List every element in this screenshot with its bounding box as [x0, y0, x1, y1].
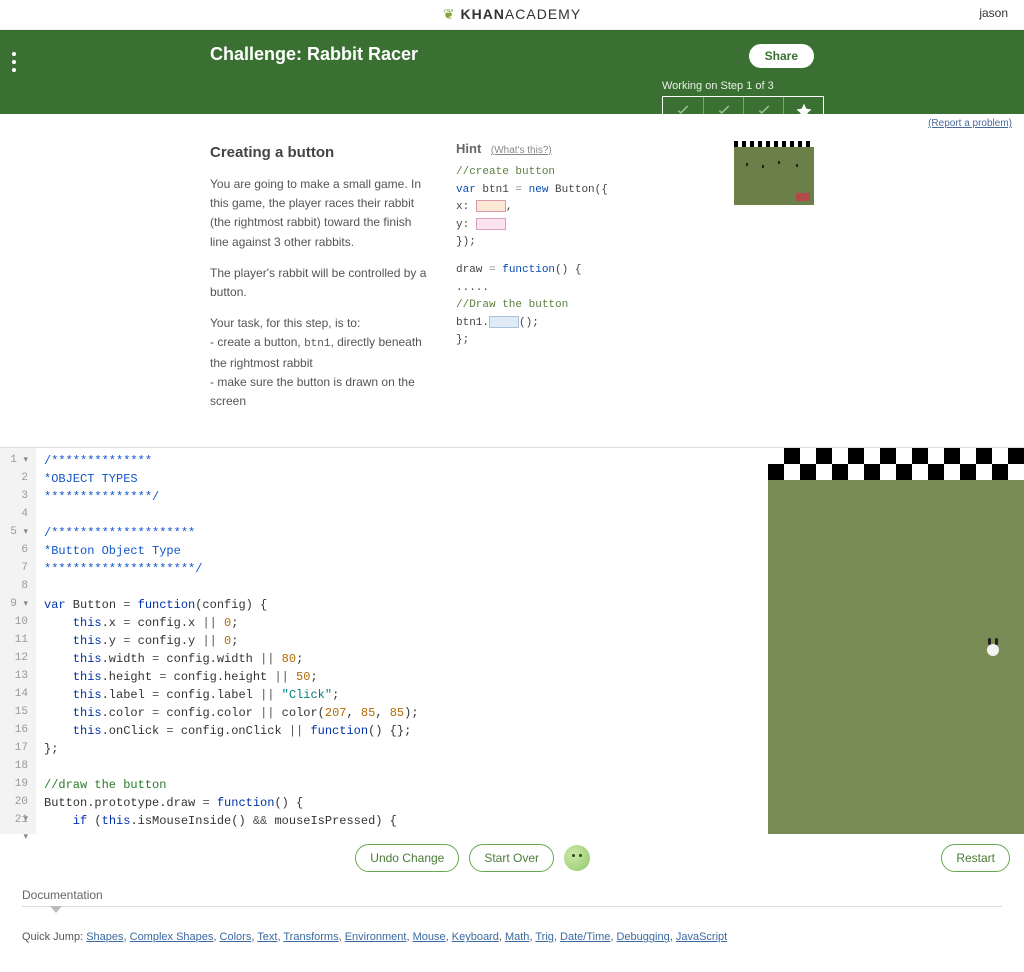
- instructions-task: Your task, for this step, is to: - creat…: [210, 314, 428, 411]
- finish-line-canvas: [768, 448, 1024, 480]
- steps: [662, 96, 824, 126]
- report-link[interactable]: (Report a problem): [928, 118, 1012, 129]
- instructions-panel: Creating a button You are going to make …: [0, 133, 1024, 447]
- buddy-icon[interactable]: [564, 845, 590, 871]
- editor-toolbar: Undo Change Start Over Restart: [0, 834, 1024, 882]
- topbar: ❦ KHANACADEMY jason: [0, 0, 1024, 30]
- hint-whats-link[interactable]: (What's this?): [491, 145, 552, 156]
- step-label: Working on Step 1 of 3: [662, 80, 824, 92]
- step-1[interactable]: [663, 97, 703, 125]
- editor-area: 1 ▾234 5 ▾678 9 ▾10111213141516171819 20…: [0, 447, 1024, 834]
- quick-link-colors[interactable]: Colors: [220, 931, 252, 943]
- preview-column: [734, 141, 814, 423]
- instructions-p2: The player's rabbit will be controlled b…: [210, 264, 428, 302]
- logo[interactable]: ❦ KHANACADEMY: [443, 6, 581, 23]
- step-indicator: Working on Step 1 of 3: [662, 80, 824, 126]
- quick-link-mouse[interactable]: Mouse: [413, 931, 446, 943]
- check-icon: [674, 102, 692, 120]
- quick-link-javascript[interactable]: JavaScript: [676, 931, 727, 943]
- instructions-text: Creating a button You are going to make …: [210, 141, 428, 423]
- hint-column: Hint (What's this?) //create button var …: [456, 141, 706, 423]
- rabbit-icon: [796, 164, 798, 167]
- report-problem: (Report a problem): [0, 114, 1024, 133]
- menu-icon[interactable]: [12, 52, 16, 72]
- quick-link-complex-shapes[interactable]: Complex Shapes: [130, 931, 214, 943]
- hint-blank-draw[interactable]: [489, 316, 519, 328]
- quick-link-transforms[interactable]: Transforms: [283, 931, 338, 943]
- instructions-p1: You are going to make a small game. In t…: [210, 175, 428, 252]
- quick-link-shapes[interactable]: Shapes: [86, 931, 123, 943]
- instructions-heading: Creating a button: [210, 141, 428, 165]
- hint-title: Hint: [456, 141, 481, 156]
- quick-link-debugging[interactable]: Debugging: [616, 931, 669, 943]
- output-canvas[interactable]: [768, 448, 1024, 834]
- startover-button[interactable]: Start Over: [469, 844, 554, 872]
- docs-heading[interactable]: Documentation: [22, 888, 1002, 907]
- documentation-section: Documentation Quick Jump: Shapes, Comple…: [0, 882, 1024, 972]
- restart-button[interactable]: Restart: [941, 844, 1010, 872]
- rabbit-icon: [778, 161, 780, 164]
- quick-jump: Quick Jump: Shapes, Complex Shapes, Colo…: [22, 931, 1002, 943]
- line-gutter: 1 ▾234 5 ▾678 9 ▾10111213141516171819 20…: [0, 448, 36, 834]
- share-button[interactable]: Share: [749, 44, 814, 68]
- check-icon: [715, 102, 733, 120]
- hint-code: //create button var btn1 = new Button({ …: [456, 164, 706, 350]
- button-preview: [796, 193, 810, 201]
- rabbit-sprite: [986, 638, 1000, 656]
- step-3[interactable]: [743, 97, 783, 125]
- logo-light: ACADEMY: [505, 6, 581, 22]
- quick-link-math[interactable]: Math: [505, 931, 529, 943]
- quick-link-date/time[interactable]: Date/Time: [560, 931, 610, 943]
- hint-blank-y[interactable]: [476, 218, 506, 230]
- hint-blank-x[interactable]: [476, 200, 506, 212]
- challenge-banner: Challenge: Rabbit Racer Share Working on…: [0, 30, 1024, 114]
- logo-bold: KHAN: [460, 6, 504, 22]
- code-editor[interactable]: 1 ▾234 5 ▾678 9 ▾10111213141516171819 20…: [0, 448, 768, 834]
- check-icon: [755, 102, 773, 120]
- rabbit-icon: [746, 163, 748, 166]
- code-lines[interactable]: /************** *OBJECT TYPES **********…: [36, 448, 768, 834]
- user-menu[interactable]: jason: [979, 6, 1008, 20]
- quick-link-keyboard[interactable]: Keyboard: [452, 931, 499, 943]
- star-icon: [795, 102, 813, 120]
- finish-line: [734, 141, 814, 147]
- rabbit-icon: [762, 165, 764, 168]
- preview-thumb: [734, 141, 814, 205]
- quick-link-text[interactable]: Text: [257, 931, 277, 943]
- quick-label: Quick Jump:: [22, 931, 86, 943]
- challenge-title: Challenge: Rabbit Racer: [210, 44, 814, 65]
- undo-button[interactable]: Undo Change: [355, 844, 459, 872]
- quick-link-trig[interactable]: Trig: [535, 931, 554, 943]
- leaf-icon: ❦: [443, 6, 456, 22]
- step-final[interactable]: [783, 97, 823, 125]
- quick-link-environment[interactable]: Environment: [345, 931, 407, 943]
- step-2[interactable]: [703, 97, 743, 125]
